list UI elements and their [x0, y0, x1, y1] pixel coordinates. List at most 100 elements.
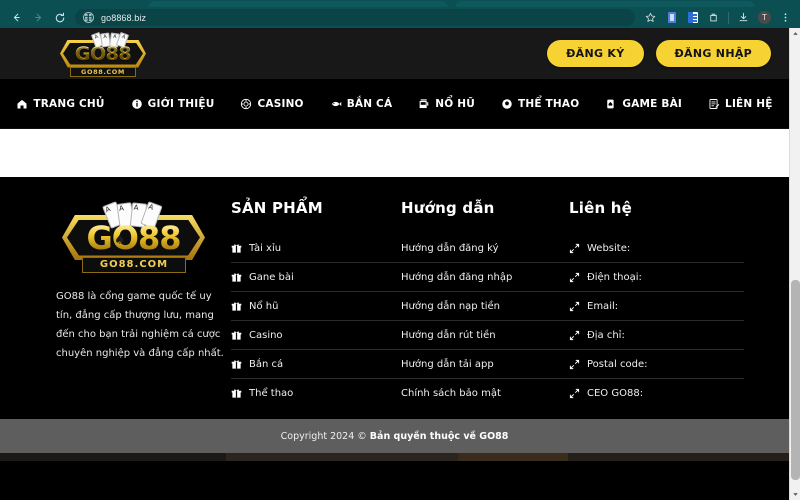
footer-link-item[interactable]: Casino: [231, 321, 401, 350]
footer-link-label: Casino: [249, 329, 283, 341]
toolbar-divider: [728, 11, 729, 24]
footer-link-label: Nổ hũ: [249, 300, 279, 312]
playing-card-icon: [605, 98, 617, 110]
footer-contact-label: Website:: [587, 242, 631, 254]
nav-item-the-thao[interactable]: THỂ THAO: [501, 98, 579, 110]
footer-link-label: Gane bài: [249, 271, 294, 283]
footer-link-label: Hướng dẫn đăng ký: [401, 242, 499, 254]
extension-icon-2[interactable]: [683, 9, 702, 27]
footer-link-label: Thể thao: [249, 388, 294, 399]
footer-link-item[interactable]: Nổ hũ: [231, 292, 401, 321]
nav-label: GIỚI THIỆU: [147, 97, 215, 110]
page-viewport: A A A A GO88 GO88.COM ĐĂNG KÝ ĐĂNG NHẬP: [0, 28, 800, 500]
footer-link-item[interactable]: Bắn cá: [231, 350, 401, 379]
casino-chip-icon: [240, 98, 252, 110]
footer-contact-label: Postal code:: [587, 358, 648, 370]
diagonal-arrows-icon: [569, 388, 580, 399]
footer-contact-label: CEO GO88:: [587, 388, 644, 399]
nav-item-trang-chu[interactable]: TRANG CHỦ: [16, 98, 104, 110]
page-scrollbar[interactable]: [789, 28, 800, 500]
footer-link-item[interactable]: Thể thao: [231, 379, 401, 408]
gift-icon: [231, 272, 242, 283]
footer-link-item[interactable]: Hướng dẫn nạp tiền: [401, 292, 569, 321]
footer-link-item[interactable]: Hướng dẫn rút tiền: [401, 321, 569, 350]
footer-contact-item[interactable]: Postal code:: [569, 350, 744, 379]
nav-label: NỔ HŨ: [435, 97, 475, 110]
footer-link-item[interactable]: Hướng dẫn đăng nhập: [401, 263, 569, 292]
footer-contact-item[interactable]: CEO GO88:: [569, 379, 744, 408]
strip-segment: [568, 453, 789, 461]
extension-icon-1[interactable]: [662, 9, 681, 27]
download-icon[interactable]: [734, 9, 753, 27]
footer-contact-label: Email:: [587, 300, 619, 312]
footer-logo-subtitle: GO88.COM: [82, 257, 186, 273]
strip-segment: [458, 453, 568, 461]
nav-label: LIÊN HỆ: [725, 97, 773, 110]
scrollbar-thumb[interactable]: [791, 280, 800, 480]
scroll-up-arrow[interactable]: [790, 28, 800, 39]
site-info-icon[interactable]: [83, 12, 94, 23]
gift-icon: [231, 301, 242, 312]
footer-link-label: Chính sách bảo mật: [401, 388, 501, 399]
footer-link-label: Hướng dẫn rút tiền: [401, 329, 496, 341]
url-text: go8868.biz: [101, 12, 147, 23]
nav-item-no-hu[interactable]: NỔ HŨ: [418, 98, 475, 110]
scroll-down-arrow[interactable]: [790, 489, 800, 500]
gift-icon: [231, 243, 242, 254]
profile-avatar[interactable]: T: [755, 9, 774, 27]
fish-icon: [330, 98, 342, 110]
footer-link-item[interactable]: Gane bài: [231, 263, 401, 292]
footer-contact-item[interactable]: Email:: [569, 292, 744, 321]
footer-logo[interactable]: A A A A GO88 ♠ GO88.COM: [56, 199, 211, 273]
footer-contact-item[interactable]: Website:: [569, 234, 744, 263]
site-logo[interactable]: A A A A GO88 GO88.COM: [56, 31, 150, 77]
home-icon: [16, 98, 28, 110]
copyright-brand: Bản quyền thuộc về GO88: [369, 430, 509, 442]
extension-icon-3[interactable]: [704, 9, 723, 27]
gift-icon: [231, 359, 242, 370]
copyright-bar: Copyright 2024 © Bản quyền thuộc về GO88: [0, 419, 789, 453]
diagonal-arrows-icon: [569, 301, 580, 312]
strip-segment: [226, 453, 458, 461]
avatar-initial: T: [762, 13, 767, 22]
copyright-text: Copyright 2024 © Bản quyền thuộc về GO88: [281, 431, 509, 442]
footer-link-item[interactable]: Hướng dẫn tải app: [401, 350, 569, 379]
nav-item-ban-ca[interactable]: BẮN CÁ: [330, 98, 393, 110]
logo-subtitle: GO88.COM: [70, 66, 136, 77]
footer-column-title: Liên hệ: [569, 199, 633, 217]
footer-link-label: Bắn cá: [249, 358, 284, 370]
footer-link-item[interactable]: Hướng dẫn đăng ký: [401, 234, 569, 263]
footer-column-title: Hướng dẫn: [401, 199, 495, 217]
spade-icon: ♠: [114, 233, 126, 248]
register-button[interactable]: ĐĂNG KÝ: [547, 40, 644, 67]
nav-label: THỂ THAO: [517, 97, 580, 110]
footer-link-item[interactable]: Tài xỉu: [231, 234, 401, 263]
back-button[interactable]: [5, 9, 27, 27]
forward-button[interactable]: [27, 9, 49, 27]
toolbar-right-icons: T: [641, 9, 795, 27]
footer-contact-item[interactable]: Điện thoại:: [569, 263, 744, 292]
diagonal-arrows-icon: [569, 272, 580, 283]
nav-item-lien-he[interactable]: LIÊN HỆ: [708, 98, 773, 110]
nav-item-casino[interactable]: CASINO: [240, 98, 303, 110]
browser-tab-strip: [0, 0, 800, 7]
slot-machine-icon: [418, 98, 430, 110]
soccer-ball-icon: [501, 98, 513, 110]
nav-item-gioi-thieu[interactable]: GIỚI THIỆU: [131, 98, 215, 110]
nav-label: BẮN CÁ: [346, 97, 393, 110]
footer-contact-label: Địa chỉ:: [587, 329, 625, 341]
footer-contact-label: Điện thoại:: [587, 271, 642, 283]
footer-column-contact: Liên hệ Website: Điện thoại: Email: Địa …: [569, 199, 744, 408]
login-button[interactable]: ĐĂNG NHẬP: [655, 40, 771, 67]
nav-item-game-bai[interactable]: GAME BÀI: [605, 98, 682, 110]
diagonal-arrows-icon: [569, 243, 580, 254]
reload-button[interactable]: [49, 9, 71, 27]
footer-link-item[interactable]: Chính sách bảo mật: [401, 379, 569, 408]
contact-form-icon: [708, 98, 720, 110]
footer-link-list: Tài xỉu Gane bài Nổ hũ Casino Bắn cá Thể…: [231, 234, 401, 408]
bookmark-star-icon[interactable]: [641, 9, 660, 27]
footer-contact-item[interactable]: Địa chỉ:: [569, 321, 744, 350]
brand-description: GO88 là cổng game quốc tế uy tín, đẳng c…: [56, 291, 224, 359]
address-bar[interactable]: go8868.biz: [75, 9, 635, 26]
chrome-menu-icon[interactable]: [776, 9, 795, 27]
